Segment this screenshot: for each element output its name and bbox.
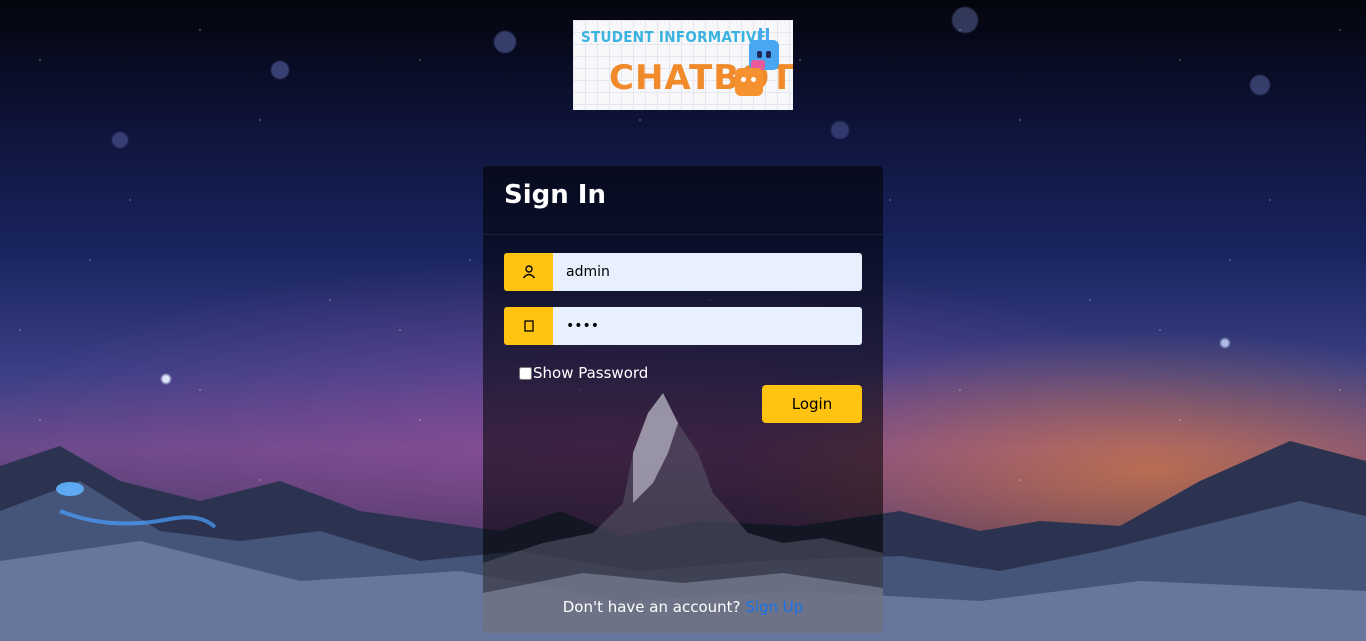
chatbot-logo: STUDENT INFORMATIVE CHATBOT: [573, 20, 793, 110]
user-icon-glyph: [522, 265, 535, 279]
username-input-group: [504, 253, 862, 291]
matterhorn-peak-image: [483, 393, 883, 633]
sign-in-card: Sign In Show Password Login Don't have a…: [483, 166, 883, 633]
page-title: Sign In: [504, 180, 606, 210]
login-button[interactable]: Login: [762, 385, 862, 423]
password-input-group: [504, 307, 862, 345]
key-icon: [504, 307, 553, 345]
signup-prompt-text: Don't have an account?: [562, 598, 741, 616]
show-password-label: Show Password: [533, 364, 649, 382]
robot-orange-icon: [735, 68, 763, 96]
card-header: Sign In: [483, 166, 883, 235]
key-icon-glyph: [523, 320, 534, 332]
signup-link[interactable]: Sign Up: [745, 598, 803, 616]
show-password-checkbox[interactable]: [519, 366, 532, 380]
show-password-toggle[interactable]: Show Password: [519, 364, 648, 382]
logo-subtitle: STUDENT INFORMATIVE: [581, 28, 767, 46]
username-field[interactable]: [553, 253, 862, 291]
password-field[interactable]: [553, 307, 862, 345]
robot-antenna-icon: [759, 28, 769, 40]
signup-prompt: Don't have an account? Sign Up: [483, 598, 883, 616]
user-icon: [504, 253, 553, 291]
